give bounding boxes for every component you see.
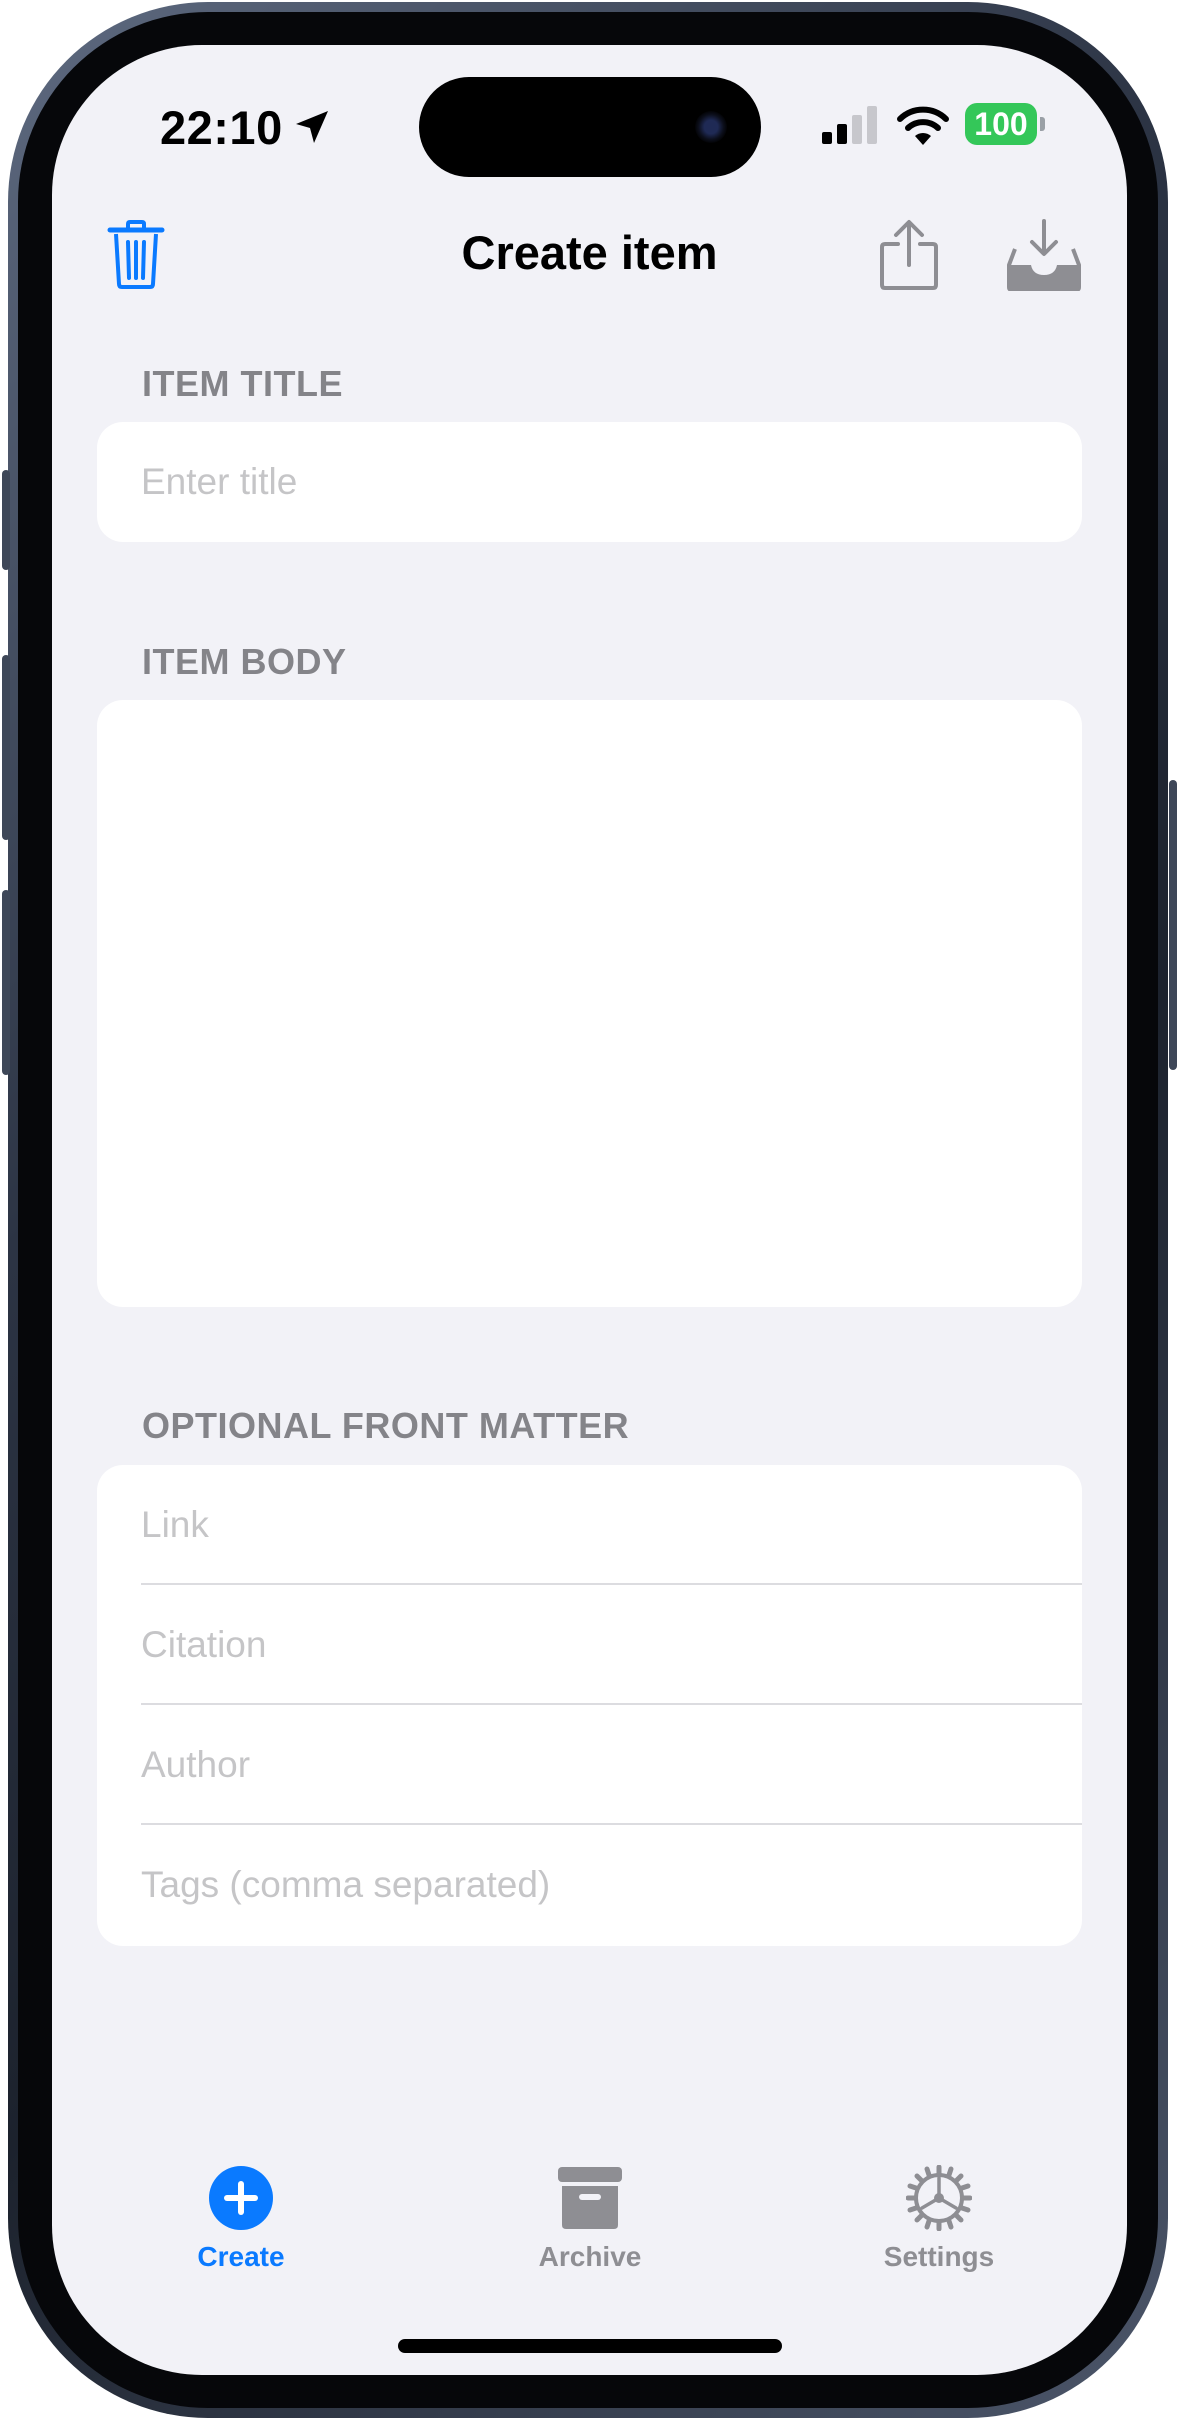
- volume-up-button: [2, 655, 10, 840]
- dynamic-island: [419, 77, 761, 177]
- item-body-field[interactable]: [97, 700, 1082, 1307]
- location-arrow-icon: [296, 111, 328, 143]
- battery-tip: [1040, 117, 1045, 131]
- app-screen: 22:10 100 Create item ITEM TITLE Enter t…: [52, 45, 1127, 2375]
- plus-circle-icon: [209, 2166, 273, 2230]
- tab-archive-label: Archive: [538, 2241, 642, 2272]
- power-button: [1169, 780, 1177, 1070]
- item-title-field[interactable]: Enter title: [97, 422, 1082, 542]
- tab-create[interactable]: Create: [131, 2165, 351, 2273]
- item-body-header: ITEM BODY: [142, 641, 347, 682]
- author-field[interactable]: Author: [97, 1705, 1082, 1825]
- item-title-card: Enter title: [97, 422, 1082, 542]
- share-button[interactable]: [864, 210, 954, 300]
- tab-settings-label: Settings: [883, 2241, 995, 2272]
- volume-down-button: [2, 890, 10, 1075]
- tab-archive[interactable]: Archive: [480, 2165, 700, 2273]
- item-title-header: ITEM TITLE: [142, 363, 343, 404]
- front-matter-card: Link Citation Author Tags (comma separat…: [97, 1465, 1082, 1946]
- front-matter-header: OPTIONAL FRONT MATTER: [142, 1405, 630, 1446]
- home-indicator: [398, 2339, 782, 2353]
- save-to-inbox-button[interactable]: [994, 210, 1094, 300]
- gear-icon: [906, 2165, 972, 2231]
- archive-box-icon: [558, 2167, 622, 2229]
- action-button: [2, 470, 10, 570]
- wifi-icon: [897, 106, 949, 145]
- page-title: Create item: [461, 226, 718, 279]
- tab-create-label: Create: [197, 2241, 285, 2272]
- tray-arrow-down-icon: [1007, 219, 1081, 291]
- citation-field[interactable]: Citation: [97, 1585, 1082, 1705]
- link-field[interactable]: Link: [97, 1465, 1082, 1585]
- cellular-signal-icon: [822, 106, 877, 144]
- battery-indicator: 100: [965, 103, 1037, 145]
- front-camera: [695, 111, 727, 143]
- tags-field[interactable]: Tags (comma separated): [97, 1825, 1082, 1945]
- status-time: 22:10: [160, 101, 283, 154]
- tab-settings[interactable]: Settings: [829, 2165, 1049, 2273]
- share-icon: [880, 220, 938, 290]
